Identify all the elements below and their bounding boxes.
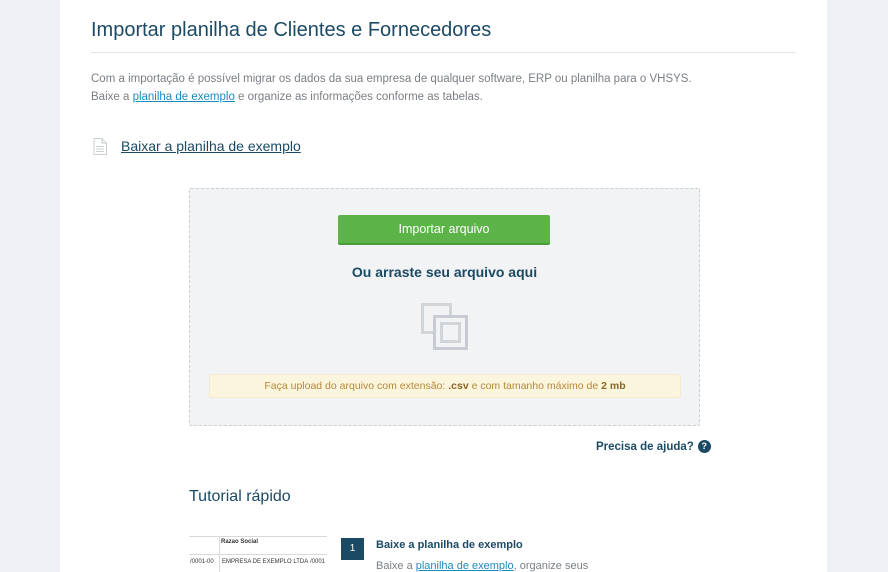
import-card: Importar planilha de Clientes e Forneced… xyxy=(60,0,827,572)
notice-prefix: Faça upload do arquivo com extensão: xyxy=(264,380,449,392)
question-icon: ? xyxy=(697,440,711,453)
import-file-button[interactable]: Importar arquivo xyxy=(338,215,550,245)
download-example-link[interactable]: Baixar a planilha de exemplo xyxy=(121,138,301,154)
tutorial-title: Tutorial rápido xyxy=(189,488,291,505)
upload-notice: Faça upload do arquivo com extensão: .cs… xyxy=(209,374,681,398)
sheet-header-cell: Razao Social xyxy=(221,539,259,545)
sheet-code-cell-2: /0001 xyxy=(310,559,326,565)
step-title: Baixe a planilha de exemplo xyxy=(376,539,523,551)
drag-file-text: Ou arraste seu arquivo aqui xyxy=(351,264,538,280)
sheet-name-cell: EMPRESA DE EXEMPLO LTDA xyxy=(222,559,309,565)
intro-line-2-prefix: Baixe a xyxy=(91,91,133,103)
intro-line-2-suffix: e organize as informações conforme as ta… xyxy=(234,91,483,103)
help-label: Precisa de ajuda? xyxy=(596,440,694,453)
notice-extension: .csv xyxy=(448,380,469,392)
spreadsheet-file-icon xyxy=(93,137,107,155)
step-number-badge: 1 xyxy=(341,538,364,560)
step-desc-prefix: Baixe a xyxy=(376,560,416,572)
page-title: Importar planilha de Clientes e Forneced… xyxy=(91,19,492,41)
sheet-code-cell: /0001-00 xyxy=(190,559,214,565)
sheet-row-divider xyxy=(189,554,327,555)
notice-max-size: 2 mb xyxy=(601,380,626,392)
help-link[interactable]: Precisa de ajuda? ? xyxy=(596,440,711,453)
notice-middle: e com tamanho máximo de xyxy=(468,380,602,392)
intro-example-link[interactable]: planilha de exemplo xyxy=(133,91,235,103)
download-example-row[interactable]: Baixar a planilha de exemplo xyxy=(93,136,301,156)
title-divider xyxy=(91,52,796,53)
drop-file-icon xyxy=(421,303,468,350)
spreadsheet-preview-image: Razao Social /0001-00 EMPRESA DE EXEMPLO… xyxy=(189,536,327,572)
intro-line-2: Baixe a planilha de exemplo e organize a… xyxy=(91,88,692,106)
step-desc-suffix: , organize seus xyxy=(513,560,589,572)
file-dropzone[interactable]: Importar arquivo Ou arraste seu arquivo … xyxy=(189,188,700,426)
step-example-link[interactable]: planilha de exemplo xyxy=(416,560,514,572)
intro-text: Com a importação é possível migrar os da… xyxy=(91,70,692,106)
step-description: Baixe a planilha de exemplo, organize se… xyxy=(376,560,588,572)
intro-line-1: Com a importação é possível migrar os da… xyxy=(91,73,692,85)
